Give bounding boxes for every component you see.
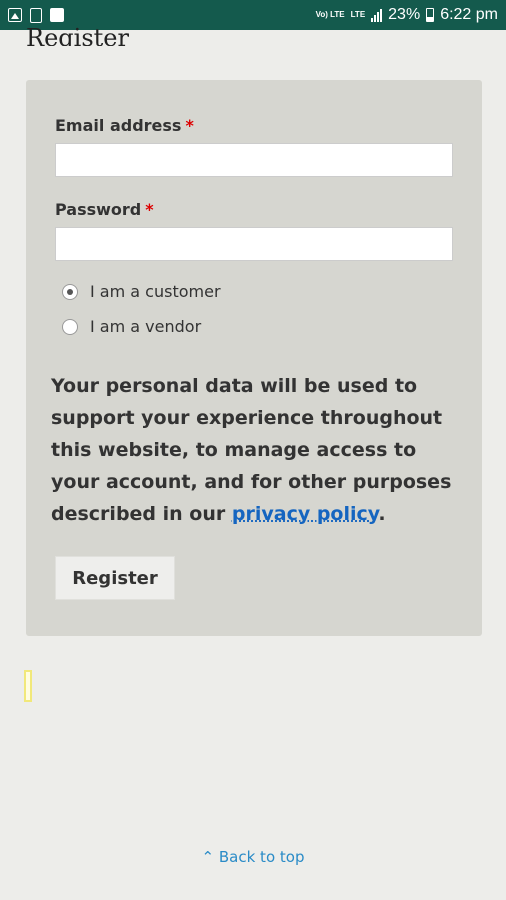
back-to-top-label: Back to top bbox=[218, 848, 305, 866]
vendor-radio[interactable] bbox=[62, 318, 78, 335]
status-right: Vo) LTE LTE 23% 6:22 pm bbox=[316, 6, 498, 24]
signal-icon bbox=[371, 8, 383, 22]
register-form: Email address * Password * I am a customer… bbox=[26, 80, 482, 636]
email-field[interactable] bbox=[55, 143, 453, 177]
privacy-policy-link[interactable]: privacy policy bbox=[232, 503, 379, 525]
clock: 6:22 pm bbox=[440, 6, 498, 23]
battery-icon bbox=[426, 8, 435, 22]
email-label-text: Email address bbox=[55, 116, 182, 135]
back-to-top-link[interactable]: ⌃ Back to top bbox=[0, 848, 506, 866]
highlight-marker bbox=[24, 670, 32, 702]
register-button[interactable]: Register bbox=[55, 556, 175, 600]
vendor-radio-label: I am a vendor bbox=[90, 317, 202, 336]
privacy-end: . bbox=[378, 503, 386, 525]
page-title: Register bbox=[26, 24, 129, 46]
lte-icon: LTE bbox=[350, 10, 366, 19]
role-customer-option[interactable]: I am a customer bbox=[62, 282, 221, 301]
gallery-icon bbox=[8, 8, 22, 22]
email-label: Email address * bbox=[55, 116, 194, 135]
required-mark: * bbox=[185, 116, 194, 135]
password-label: Password * bbox=[55, 200, 154, 219]
password-label-text: Password bbox=[55, 200, 142, 219]
customer-radio-label: I am a customer bbox=[90, 282, 221, 301]
required-mark: * bbox=[145, 200, 154, 219]
privacy-notice: Your personal data will be used to suppo… bbox=[51, 370, 461, 530]
chevron-up-icon: ⌃ bbox=[201, 848, 215, 866]
customer-radio[interactable] bbox=[62, 283, 78, 300]
password-field[interactable] bbox=[55, 227, 453, 261]
battery-percent: 23% bbox=[388, 6, 421, 23]
role-vendor-option[interactable]: I am a vendor bbox=[62, 317, 201, 336]
volte-icon: Vo) LTE bbox=[315, 10, 345, 19]
